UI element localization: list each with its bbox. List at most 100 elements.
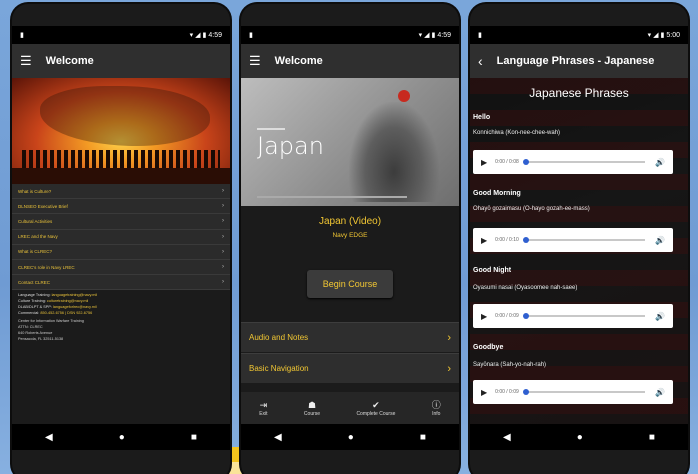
status-bar: ▮ ▾ ◢ ▮ 4:59: [241, 26, 459, 44]
course-subtitle: Navy EDGE: [332, 232, 368, 239]
audio-time: 0:00 / 0:10: [495, 237, 519, 243]
system-nav-bar: ◀ ● ■: [470, 424, 688, 450]
audio-seek-bar[interactable]: [522, 389, 646, 395]
menu-list: What is Culture? › DLNSEO Executive Brief…: [12, 184, 230, 291]
signal-icon: ◢: [195, 32, 201, 39]
phone-phrases: ▮ ▾ ◢ ▮ 5:00 ‹ Language Phrases - Japane…: [470, 4, 688, 474]
nav-recent-icon[interactable]: ■: [420, 432, 426, 443]
back-arrow-icon[interactable]: ‹: [478, 53, 483, 69]
wifi-icon: ▾: [189, 32, 194, 39]
seek-knob[interactable]: [522, 313, 529, 319]
signal-icon: ◢: [653, 32, 659, 39]
nav-home-icon[interactable]: ●: [119, 432, 125, 443]
hero-overline: [257, 128, 285, 130]
course-icon: ☗: [307, 399, 317, 410]
sd-card-icon: ▮: [249, 32, 253, 39]
course-title: Japan (Video): [318, 216, 382, 227]
chevron-right-icon: ›: [222, 218, 224, 225]
audio-seek-bar[interactable]: [522, 237, 646, 243]
volume-icon[interactable]: 🔊: [655, 312, 665, 321]
play-icon[interactable]: ▶: [481, 388, 487, 397]
menu-item[interactable]: What is Culture? ›: [12, 184, 230, 200]
menu-item[interactable]: What is CLREC? ›: [12, 244, 230, 260]
hero-title: Japan: [257, 132, 324, 160]
audio-player: ▶ 0:00 / 0:08 🔊: [473, 150, 673, 174]
app-bar-title: Language Phrases - Japanese: [496, 55, 655, 67]
chevron-right-icon: ›: [222, 264, 224, 271]
phrase-heading-goodbye: Goodbye: [473, 344, 504, 351]
nav-back-icon[interactable]: ◀: [45, 432, 53, 443]
phrase-text: Oyasumi nasai (Oyasoomee nah-saee): [473, 285, 578, 291]
menu-item[interactable]: LREC and the Navy ›: [12, 229, 230, 245]
tab-course[interactable]: ☗ Course: [304, 400, 320, 417]
audio-seek-bar[interactable]: [522, 159, 646, 165]
phone-welcome: ▮ ▾ ◢ ▮ 4:59 ☰ Welcome What is Culture? ›…: [12, 4, 230, 474]
menu-item[interactable]: Cultural Activities ›: [12, 214, 230, 230]
lesson-basic-navigation[interactable]: Basic Navigation ›: [241, 353, 459, 383]
phrase-text: Sayōnara (Sah-yo-nah-rah): [473, 362, 547, 368]
phone-course: ▮ ▾ ◢ ▮ 4:59 ☰ Welcome Japan Japan (Vide…: [241, 4, 459, 474]
nav-home-icon[interactable]: ●: [577, 432, 583, 443]
audio-player: ▶ 0:00 / 0:09 🔊: [473, 304, 673, 328]
contact-link[interactable]: culturetraining@navy.mil: [47, 299, 88, 303]
lesson-audio-and-notes[interactable]: Audio and Notes ›: [241, 322, 459, 352]
tab-complete-course[interactable]: ✔ Complete Course: [356, 400, 395, 417]
contact-link[interactable]: languageforlrec@navy.mil: [53, 305, 97, 309]
audio-player: ▶ 0:00 / 0:09 🔊: [473, 380, 673, 404]
phrase-text: Konnichiwa (Kon-nee-chee-wah): [473, 130, 561, 136]
address-block: Center for Information Warfare Training …: [18, 319, 84, 341]
play-icon[interactable]: ▶: [481, 236, 487, 245]
menu-item[interactable]: Contact CLREC ›: [12, 275, 230, 291]
app-bar: ☰ Welcome: [241, 44, 459, 78]
sd-card-icon: ▮: [20, 32, 24, 39]
audio-seek-bar[interactable]: [522, 313, 646, 319]
seek-knob[interactable]: [522, 159, 529, 165]
chevron-right-icon: ›: [222, 248, 224, 255]
wifi-icon: ▾: [418, 32, 423, 39]
chevron-right-icon: ›: [447, 331, 451, 344]
exit-icon: ⇥: [259, 399, 268, 410]
volume-icon[interactable]: 🔊: [655, 236, 665, 245]
japan-hero-image: Japan: [241, 78, 459, 206]
hero-caption-line: [257, 196, 407, 198]
battery-icon: ▮: [660, 32, 665, 39]
system-nav-bar: ◀ ● ■: [241, 424, 459, 450]
play-icon[interactable]: ▶: [481, 312, 487, 321]
tab-exit[interactable]: ⇥ Exit: [259, 400, 267, 417]
app-bar-title: Welcome: [45, 55, 94, 67]
battery-icon: ▮: [431, 32, 436, 39]
red-sun-graphic: [398, 90, 410, 102]
phrases-heading: Japanese Phrases: [529, 86, 629, 100]
status-time: 4:59: [437, 31, 451, 39]
volume-icon[interactable]: 🔊: [655, 388, 665, 397]
contact-link[interactable]: languagetraining@navy.mil: [52, 293, 98, 297]
world-map-graphic: [40, 86, 210, 146]
chevron-right-icon: ›: [222, 279, 224, 286]
seek-knob[interactable]: [522, 237, 529, 243]
seek-knob[interactable]: [522, 389, 529, 395]
nav-recent-icon[interactable]: ■: [191, 432, 197, 443]
menu-item[interactable]: CLREC's role in Navy LREC ›: [12, 259, 230, 276]
nav-recent-icon[interactable]: ■: [649, 432, 655, 443]
nav-home-icon[interactable]: ●: [348, 432, 354, 443]
hamburger-menu-icon[interactable]: ☰: [249, 53, 261, 69]
signal-icon: ◢: [424, 32, 430, 39]
begin-course-button[interactable]: Begin Course: [307, 270, 393, 298]
wifi-icon: ▾: [647, 32, 652, 39]
nav-back-icon[interactable]: ◀: [503, 432, 511, 443]
nav-back-icon[interactable]: ◀: [274, 432, 282, 443]
phrase-heading-hello: Hello: [473, 114, 491, 121]
chevron-right-icon: ›: [447, 362, 451, 375]
menu-item[interactable]: DLNSEO Executive Brief ›: [12, 199, 230, 215]
system-nav-bar: ◀ ● ■: [12, 424, 230, 450]
tab-info[interactable]: ⓘ Info: [432, 400, 441, 417]
status-bar: ▮ ▾ ◢ ▮ 4:59: [12, 26, 230, 44]
volume-icon[interactable]: 🔊: [655, 158, 665, 167]
play-icon[interactable]: ▶: [481, 158, 487, 167]
battery-icon: ▮: [202, 32, 207, 39]
sd-card-icon: ▮: [478, 32, 482, 39]
hamburger-menu-icon[interactable]: ☰: [20, 53, 32, 69]
status-time: 5:00: [666, 31, 680, 39]
contact-phone[interactable]: 850-452-6756 | DSN 922-6756: [40, 311, 92, 315]
hero-sunset-image: [12, 78, 230, 184]
